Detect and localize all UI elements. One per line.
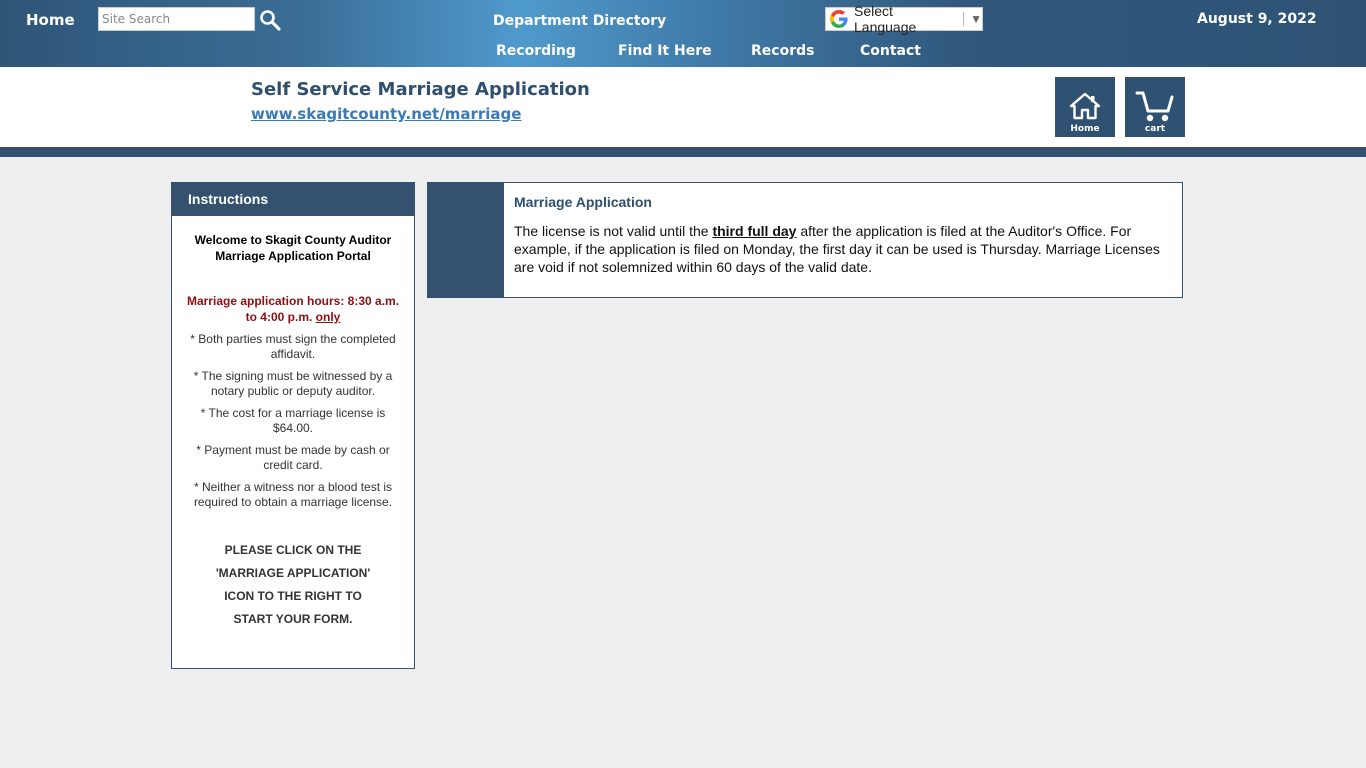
- house-icon: [1069, 92, 1101, 120]
- home-tile-button[interactable]: Home: [1055, 77, 1115, 137]
- marriage-url-link[interactable]: www.skagitcounty.net/marriage: [251, 105, 521, 123]
- marriage-application-card: Marriage Application The license is not …: [427, 182, 1183, 298]
- card-description: The license is not valid until the third…: [514, 222, 1178, 276]
- instructions-panel: Instructions Welcome to Skagit County Au…: [171, 182, 415, 669]
- card-title: Marriage Application: [514, 194, 652, 210]
- language-selector[interactable]: Select Language ▼: [825, 3, 983, 35]
- nav-recording[interactable]: Recording: [496, 43, 576, 59]
- nav-department-directory[interactable]: Department Directory: [493, 13, 666, 29]
- nav-records[interactable]: Records: [751, 43, 814, 59]
- site-search-input[interactable]: [98, 7, 255, 31]
- marriage-application-icon-area[interactable]: [428, 183, 504, 297]
- nav-contact[interactable]: Contact: [860, 43, 921, 59]
- instruction-bullet: * Both parties must sign the completed a…: [190, 332, 396, 361]
- search-icon[interactable]: [259, 9, 281, 31]
- cta-line: ICON TO THE RIGHT TO: [224, 589, 362, 603]
- call-to-action: PLEASE CLICK ON THE 'MARRIAGE APPLICATIO…: [186, 539, 400, 631]
- nav-find-it-here[interactable]: Find It Here: [618, 43, 712, 59]
- card-text-before: The license is not valid until the: [514, 223, 713, 239]
- hours-emphasis: only: [315, 310, 341, 324]
- cart-tile-button[interactable]: cart: [1125, 77, 1185, 137]
- card-text-emphasis: third full day: [712, 223, 797, 239]
- top-nav-bar: Home Department Directory Recording Find…: [0, 0, 1366, 67]
- language-divider: [963, 12, 965, 26]
- header-divider-stripe: [0, 147, 1366, 157]
- cta-line: 'MARRIAGE APPLICATION': [215, 566, 371, 580]
- current-date: August 9, 2022: [1197, 11, 1317, 27]
- cta-line: START YOUR FORM.: [233, 612, 353, 626]
- cart-tile-label: cart: [1144, 124, 1166, 134]
- instruction-bullet: * The cost for a marriage license is $64…: [200, 406, 386, 435]
- instruction-bullet: * Neither a witness nor a blood test is …: [193, 480, 393, 509]
- page-header: Self Service Marriage Application www.sk…: [0, 67, 1366, 147]
- cart-icon: [1135, 91, 1174, 122]
- dropdown-arrow-icon: ▼: [970, 12, 982, 26]
- instruction-bullet: * The signing must be witnessed by a not…: [193, 369, 393, 398]
- instructions-heading: Instructions: [172, 183, 414, 216]
- instructions-body: Welcome to Skagit County Auditor Marriag…: [172, 232, 414, 631]
- language-label: Select Language: [854, 3, 917, 35]
- welcome-text: Welcome to Skagit County Auditor Marriag…: [194, 233, 392, 263]
- hours-main: Marriage application hours: 8:30 a.m. to…: [186, 294, 400, 324]
- cta-line: PLEASE CLICK ON THE: [224, 543, 362, 557]
- home-tile-label: Home: [1070, 124, 1100, 134]
- nav-home-link[interactable]: Home: [26, 11, 75, 29]
- google-g-icon: [830, 10, 848, 28]
- hours-text: Marriage application hours: 8:30 a.m. to…: [186, 293, 400, 325]
- page-title: Self Service Marriage Application: [251, 79, 590, 100]
- instruction-bullet: * Payment must be made by cash or credit…: [196, 443, 390, 472]
